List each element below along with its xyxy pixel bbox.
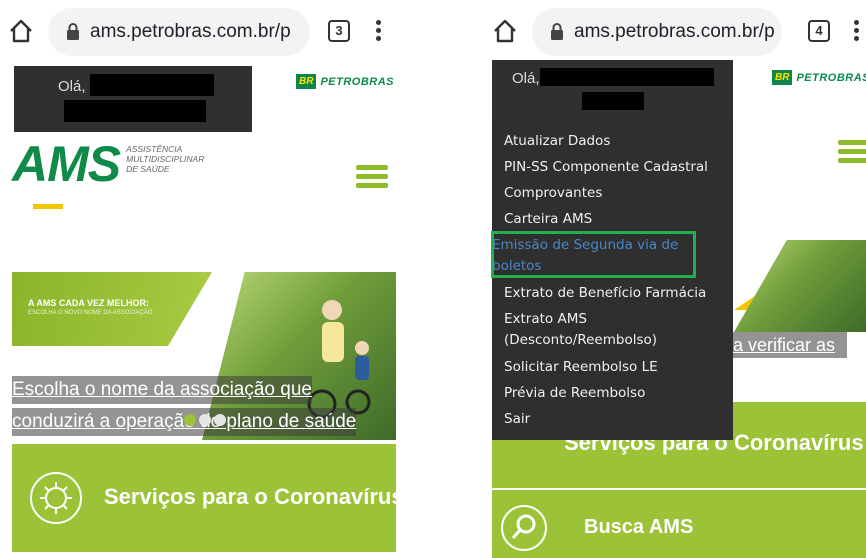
tagline-line: MULTIDISCIPLINAR — [126, 154, 205, 164]
right-phone-screen: ams.petrobras.com.br/p 4 Olá, BR PETROBR… — [466, 0, 866, 558]
browser-toolbar: ams.petrobras.com.br/p 4 — [466, 0, 866, 62]
petrobras-name: PETROBRAS — [320, 75, 395, 88]
ams-logo[interactable]: AMS ASSISTÊNCIA MULTIDISCIPLINAR DE SAÚD… — [12, 136, 204, 192]
kebab-menu-icon[interactable] — [854, 20, 860, 42]
petrobras-badge: BR — [772, 70, 793, 85]
promo-banner[interactable]: A AMS CADA VEZ MELHOR: ESCOLHA O NOVO NO… — [12, 272, 396, 440]
carousel-dot[interactable] — [199, 414, 211, 426]
redacted-name — [582, 92, 644, 110]
menu-item-solicitar-reembolso[interactable]: Solicitar Reembolso LE — [504, 356, 658, 378]
banner-green-band — [12, 272, 212, 346]
kebab-menu-icon[interactable] — [376, 20, 382, 42]
card-label: Serviços para o Coronavírus — [104, 484, 404, 509]
tagline-line: ASSISTÊNCIA — [126, 144, 183, 154]
redacted-name — [64, 100, 206, 122]
menu-item-extrato-farmacia[interactable]: Extrato de Benefício Farmácia — [504, 282, 706, 304]
url-text: ams.petrobras.com.br/p — [90, 21, 291, 42]
user-dropdown-menu: Atualizar Dados PIN-SS Componente Cadast… — [492, 122, 733, 440]
tabs-icon[interactable]: 3 — [328, 20, 350, 42]
menu-item-pin-ss[interactable]: PIN-SS Componente Cadastral — [504, 156, 708, 178]
user-greeting-box: Olá, — [492, 60, 733, 122]
banner-subtitle: ESCOLHA O NOVO NOME DA ASSOCIAÇÃO — [28, 310, 153, 316]
user-greeting-box: Olá, — [14, 66, 252, 132]
banner-photo — [734, 240, 866, 332]
petrobras-logo: BR PETROBRAS — [772, 70, 866, 85]
petrobras-badge: BR — [296, 74, 317, 89]
lock-icon — [67, 23, 79, 40]
menu-item-extrato-ams[interactable]: Extrato AMS — [504, 308, 587, 330]
greeting-text: Olá, — [512, 70, 540, 87]
menu-item-extrato-ams-cont[interactable]: (Desconto/Reembolso) — [504, 329, 657, 351]
menu-item-carteira-ams[interactable]: Carteira AMS — [504, 208, 592, 230]
greeting-text: Olá, — [58, 78, 86, 95]
menu-item-atualizar-dados[interactable]: Atualizar Dados — [504, 130, 610, 152]
home-icon[interactable] — [8, 18, 34, 44]
ams-logo-tagline: ASSISTÊNCIA MULTIDISCIPLINAR DE SAÚDE — [126, 144, 204, 174]
petrobras-name: PETROBRAS — [796, 71, 866, 84]
logo-accent-bar — [33, 204, 63, 209]
coronavirus-services-card[interactable]: Serviços para o Coronavírus — [12, 444, 404, 552]
address-bar[interactable]: ams.petrobras.com.br/p — [532, 8, 782, 56]
banner-title: A AMS CADA VEZ MELHOR: — [28, 298, 149, 308]
menu-item-comprovantes[interactable]: Comprovantes — [504, 182, 602, 204]
redacted-name — [90, 74, 214, 96]
hamburger-icon[interactable] — [356, 165, 388, 189]
left-phone-screen: ams.petrobras.com.br/p 3 Olá, BR PETROBR… — [0, 0, 406, 558]
redacted-name — [540, 68, 714, 86]
card-label: Busca AMS — [584, 516, 694, 538]
carousel-dots[interactable] — [184, 414, 226, 426]
hamburger-icon[interactable] — [838, 140, 866, 164]
carousel-dot[interactable] — [214, 414, 226, 426]
screenshot-comparison: ams.petrobras.com.br/p 3 Olá, BR PETROBR… — [0, 0, 866, 558]
url-text: ams.petrobras.com.br/p — [574, 21, 775, 42]
petrobras-logo: BR PETROBRAS — [296, 74, 394, 89]
menu-item-sair[interactable]: Sair — [504, 408, 530, 430]
lock-icon — [551, 23, 563, 40]
tagline-line: DE SAÚDE — [126, 164, 170, 174]
ams-logo-word: AMS — [12, 136, 121, 192]
home-icon[interactable] — [492, 18, 518, 44]
menu-item-previa-reembolso[interactable]: Prévia de Reembolso — [504, 382, 645, 404]
browser-toolbar: ams.petrobras.com.br/p 3 — [0, 0, 406, 62]
highlight-box — [491, 231, 696, 278]
search-icon — [501, 505, 547, 551]
banner-link-fragment[interactable]: a verificar as — [733, 332, 848, 358]
virus-icon — [30, 472, 82, 524]
address-bar[interactable]: ams.petrobras.com.br/p — [48, 8, 310, 56]
carousel-dot[interactable] — [184, 414, 196, 426]
tabs-icon[interactable]: 4 — [808, 20, 830, 42]
busca-ams-card[interactable]: Busca AMS — [492, 490, 866, 558]
banner-link-line-1[interactable]: Escolha o nome da associação que — [12, 376, 312, 404]
